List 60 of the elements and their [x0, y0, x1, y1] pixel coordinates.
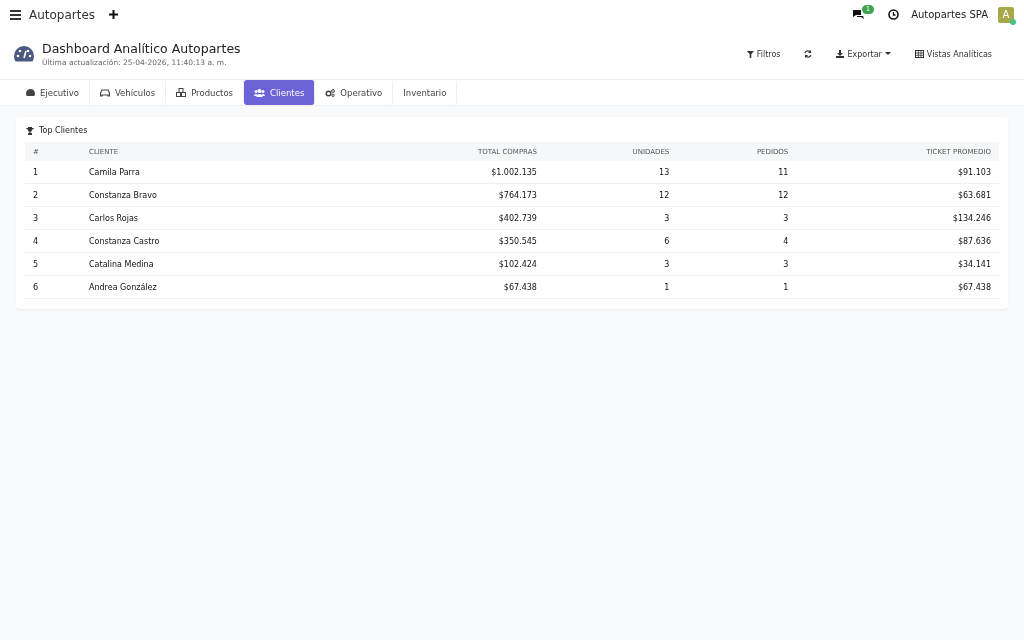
clock-icon[interactable]	[888, 9, 900, 20]
table-cell: 1	[677, 275, 797, 299]
table-cell: 12	[544, 183, 678, 207]
table-cell: 6	[544, 229, 678, 253]
plus-icon[interactable]	[109, 10, 119, 19]
table-cell: Camila Parra	[81, 161, 357, 184]
table-cell: Carlos Rojas	[81, 206, 357, 230]
cubes-icon	[176, 88, 187, 97]
table-cell: 3	[677, 252, 797, 276]
table-cell: $134.246	[796, 206, 999, 230]
table-cell: 5	[25, 252, 81, 276]
table-cell: 1	[544, 275, 678, 299]
filter-button[interactable]: Filtros	[741, 45, 786, 63]
table-cell: $67.438	[357, 275, 545, 299]
table-cell: 3	[25, 206, 81, 230]
table-cell: 4	[677, 229, 797, 253]
company-name[interactable]: Autopartes SPA	[911, 9, 988, 20]
table-cell: $102.424	[357, 252, 545, 276]
table-cell: 12	[677, 183, 797, 207]
table-cell: 4	[25, 229, 81, 253]
table-cell: 13	[544, 161, 678, 184]
table-cell: $350.545	[357, 229, 545, 253]
table-cell: $34.141	[796, 252, 999, 276]
table-cell: Constanza Bravo	[81, 183, 357, 207]
table-cell: $1.002.135	[357, 161, 545, 184]
table-icon	[914, 50, 924, 58]
table-cell: $63.681	[796, 183, 999, 207]
filter-icon	[746, 50, 754, 58]
table-cell: $402.739	[357, 206, 545, 230]
card-title: Top Clientes	[39, 126, 88, 135]
trophy-icon	[26, 126, 34, 135]
table-cell: 11	[677, 161, 797, 184]
download-icon	[836, 50, 845, 58]
table-cell: 2	[25, 183, 81, 207]
table-cell: Andrea González	[81, 275, 357, 299]
table-cell: 3	[677, 206, 797, 230]
gauge-icon	[26, 89, 35, 96]
table-cell: 3	[544, 206, 678, 230]
chat-icon[interactable]	[851, 9, 865, 20]
menu-icon[interactable]	[10, 9, 21, 20]
table-cell: Constanza Castro	[81, 229, 357, 253]
refresh-icon	[804, 50, 813, 58]
table-cell: $91.103	[796, 161, 999, 184]
gears-icon	[325, 88, 336, 97]
page-title: Dashboard Analítico Autopartes	[42, 41, 241, 56]
users-icon	[254, 88, 266, 97]
table-cell: $87.636	[796, 229, 999, 253]
gauge-icon	[14, 46, 34, 62]
car-icon	[99, 88, 110, 97]
table-cell: Catalina Medina	[81, 252, 357, 276]
table-cell: 3	[544, 252, 678, 276]
caret-icon	[884, 52, 891, 56]
brand-name[interactable]: Autopartes	[29, 7, 96, 22]
tab[interactable]: Clientes	[244, 80, 316, 105]
export-button[interactable]: Exportar	[831, 45, 896, 63]
table-cell: $764.173	[357, 183, 545, 207]
table-cell: 1	[25, 161, 81, 184]
table-cell: 6	[25, 275, 81, 299]
views-button[interactable]: Vistas Analíticas	[909, 45, 997, 63]
table-cell: $67.438	[796, 275, 999, 299]
